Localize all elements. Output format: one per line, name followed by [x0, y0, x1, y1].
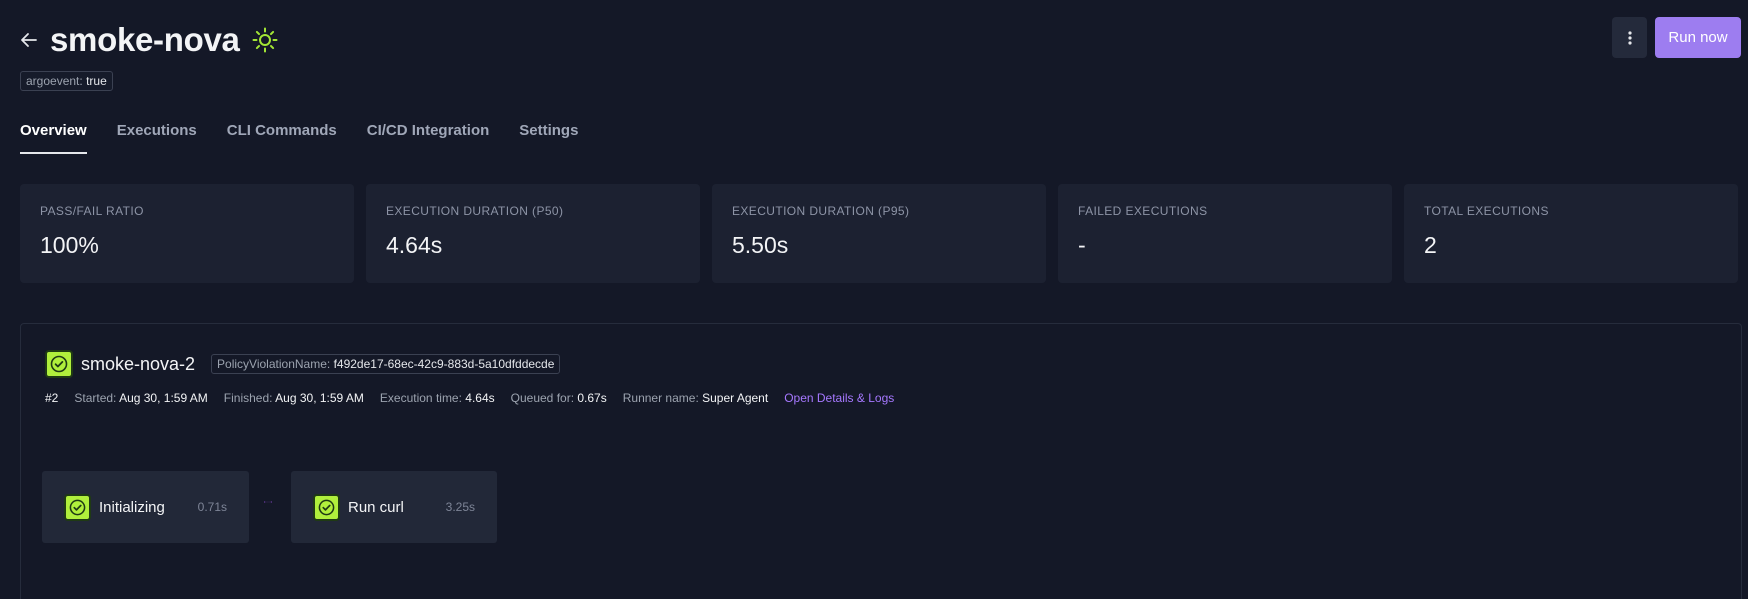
step-name: Initializing [99, 498, 165, 516]
started-label: Started: [74, 391, 117, 405]
finished-label: Finished: [223, 391, 273, 405]
step-run-curl[interactable]: Run curl 3.25s [291, 471, 497, 543]
finished-value: Aug 30, 1:59 AM [275, 391, 364, 405]
stat-failed-executions: FAILED EXECUTIONS - [1058, 184, 1392, 283]
stat-value: 100% [40, 232, 99, 258]
execution-time-value: 4.64s [465, 391, 495, 405]
execution-number: #2 [45, 391, 59, 405]
execution-status-badge [45, 350, 73, 378]
policy-violation-tag: PolicyViolationName: f492de17-68ec-42c9-… [211, 354, 561, 374]
stat-label: PASS/FAIL RATIO [40, 204, 144, 218]
stat-pass-fail-ratio: PASS/FAIL RATIO 100% [20, 184, 354, 283]
step-duration: 0.71s [197, 500, 227, 514]
stat-duration-p95: EXECUTION DURATION (P95) 5.50s [712, 184, 1046, 283]
arrow-left-icon [21, 33, 37, 47]
header-actions: Run now [1612, 17, 1741, 58]
execution-time-label: Execution time: [379, 391, 462, 405]
stat-value: - [1078, 232, 1086, 258]
sun-icon [252, 27, 278, 53]
summary-stats: PASS/FAIL RATIO 100% EXECUTION DURATION … [20, 184, 1738, 283]
tab-executions[interactable]: Executions [117, 122, 197, 154]
runner-label: Runner name: [622, 391, 699, 405]
queued-info: Queued for: 0.67s [511, 391, 607, 405]
status-indicator [252, 27, 278, 53]
finished-info: Finished: Aug 30, 1:59 AM [224, 391, 364, 405]
step-status-badge [313, 493, 340, 521]
label-key: argoevent: [26, 74, 83, 88]
label-tag: argoevent: true [20, 71, 113, 91]
queued-label: Queued for: [510, 391, 575, 405]
stat-value: 5.50s [732, 232, 789, 258]
check-circle-icon [69, 499, 86, 515]
stat-label: TOTAL EXECUTIONS [1424, 204, 1549, 218]
run-now-button[interactable]: Run now [1655, 17, 1741, 58]
tab-bar: Overview Executions CLI Commands CI/CD I… [20, 122, 578, 154]
stat-label: EXECUTION DURATION (P50) [386, 204, 564, 218]
more-options-button[interactable] [1612, 17, 1647, 58]
step-connector [264, 501, 272, 503]
runner-value: Super Agent [702, 391, 769, 405]
kebab-icon [1627, 30, 1632, 45]
stat-total-executions: TOTAL EXECUTIONS 2 [1404, 184, 1738, 283]
page-title: smoke-nova [50, 21, 240, 58]
tab-settings[interactable]: Settings [519, 122, 578, 154]
step-initializing[interactable]: Initializing 0.71s [42, 471, 249, 543]
open-details-logs-link[interactable]: Open Details & Logs [784, 391, 894, 405]
execution-time-info: Execution time: 4.64s [380, 391, 495, 405]
step-duration: 3.25s [445, 500, 475, 514]
policy-key: PolicyViolationName: [217, 357, 331, 371]
tab-cicd-integration[interactable]: CI/CD Integration [367, 122, 490, 154]
stat-value: 2 [1424, 232, 1437, 258]
execution-meta: #2 Started: Aug 30, 1:59 AM Finished: Au… [45, 391, 894, 405]
runner-info: Runner name: Super Agent [623, 391, 768, 405]
page-header: smoke-nova [20, 20, 278, 60]
started-info: Started: Aug 30, 1:59 AM [74, 391, 207, 405]
execution-header: smoke-nova-2 PolicyViolationName: f492de… [45, 350, 561, 378]
label-value: true [86, 74, 107, 88]
tab-cli-commands[interactable]: CLI Commands [227, 122, 337, 154]
step-status-badge [64, 493, 91, 521]
policy-value: f492de17-68ec-42c9-883d-5a10dfddecde [333, 357, 555, 371]
latest-execution-panel: smoke-nova-2 PolicyViolationName: f492de… [20, 323, 1742, 599]
step-name: Run curl [348, 498, 404, 516]
stat-label: EXECUTION DURATION (P95) [732, 204, 910, 218]
tab-overview[interactable]: Overview [20, 122, 87, 154]
check-circle-icon [318, 499, 335, 515]
stat-label: FAILED EXECUTIONS [1078, 204, 1208, 218]
queued-value: 0.67s [577, 391, 607, 405]
stat-duration-p50: EXECUTION DURATION (P50) 4.64s [366, 184, 700, 283]
check-circle-icon [50, 355, 68, 373]
back-button[interactable] [20, 31, 38, 49]
execution-name[interactable]: smoke-nova-2 [81, 354, 195, 375]
started-value: Aug 30, 1:59 AM [119, 391, 208, 405]
stat-value: 4.64s [386, 232, 443, 258]
